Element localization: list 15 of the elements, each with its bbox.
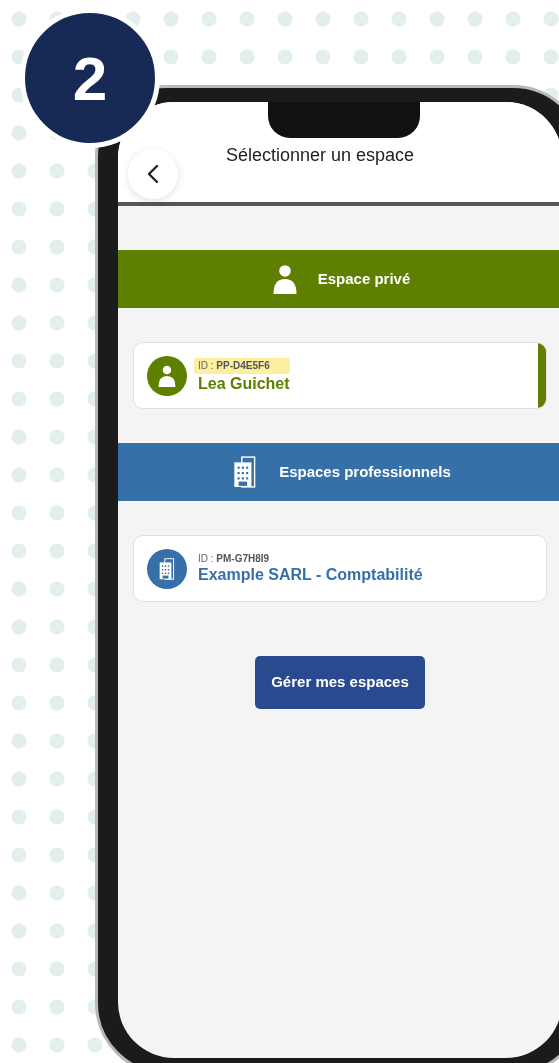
space-name: Lea Guichet — [198, 373, 290, 394]
manage-spaces-button[interactable]: Gérer mes espaces — [255, 656, 425, 709]
screen-title: Sélectionner un espace — [226, 144, 415, 167]
space-card[interactable]: ID : PM-G7H8I9 Example SARL - Comptabilité — [133, 535, 547, 602]
space-card[interactable]: ID : PP-D4E5F6 Lea Guichet — [133, 342, 547, 409]
person-icon — [156, 364, 178, 387]
back-button[interactable] — [128, 149, 178, 199]
space-id: ID : PM-G7H8I9 — [198, 552, 271, 565]
section-title: Espace privé — [317, 268, 411, 289]
space-id: ID : PP-D4E5F6 — [194, 357, 290, 374]
space-name: Example SARL - Comptabilité — [198, 564, 423, 585]
section-title: Espaces professionnels — [279, 461, 451, 482]
selection-bar — [538, 343, 546, 408]
back-icon — [147, 164, 159, 184]
step-number-badge: 2 — [20, 8, 160, 148]
